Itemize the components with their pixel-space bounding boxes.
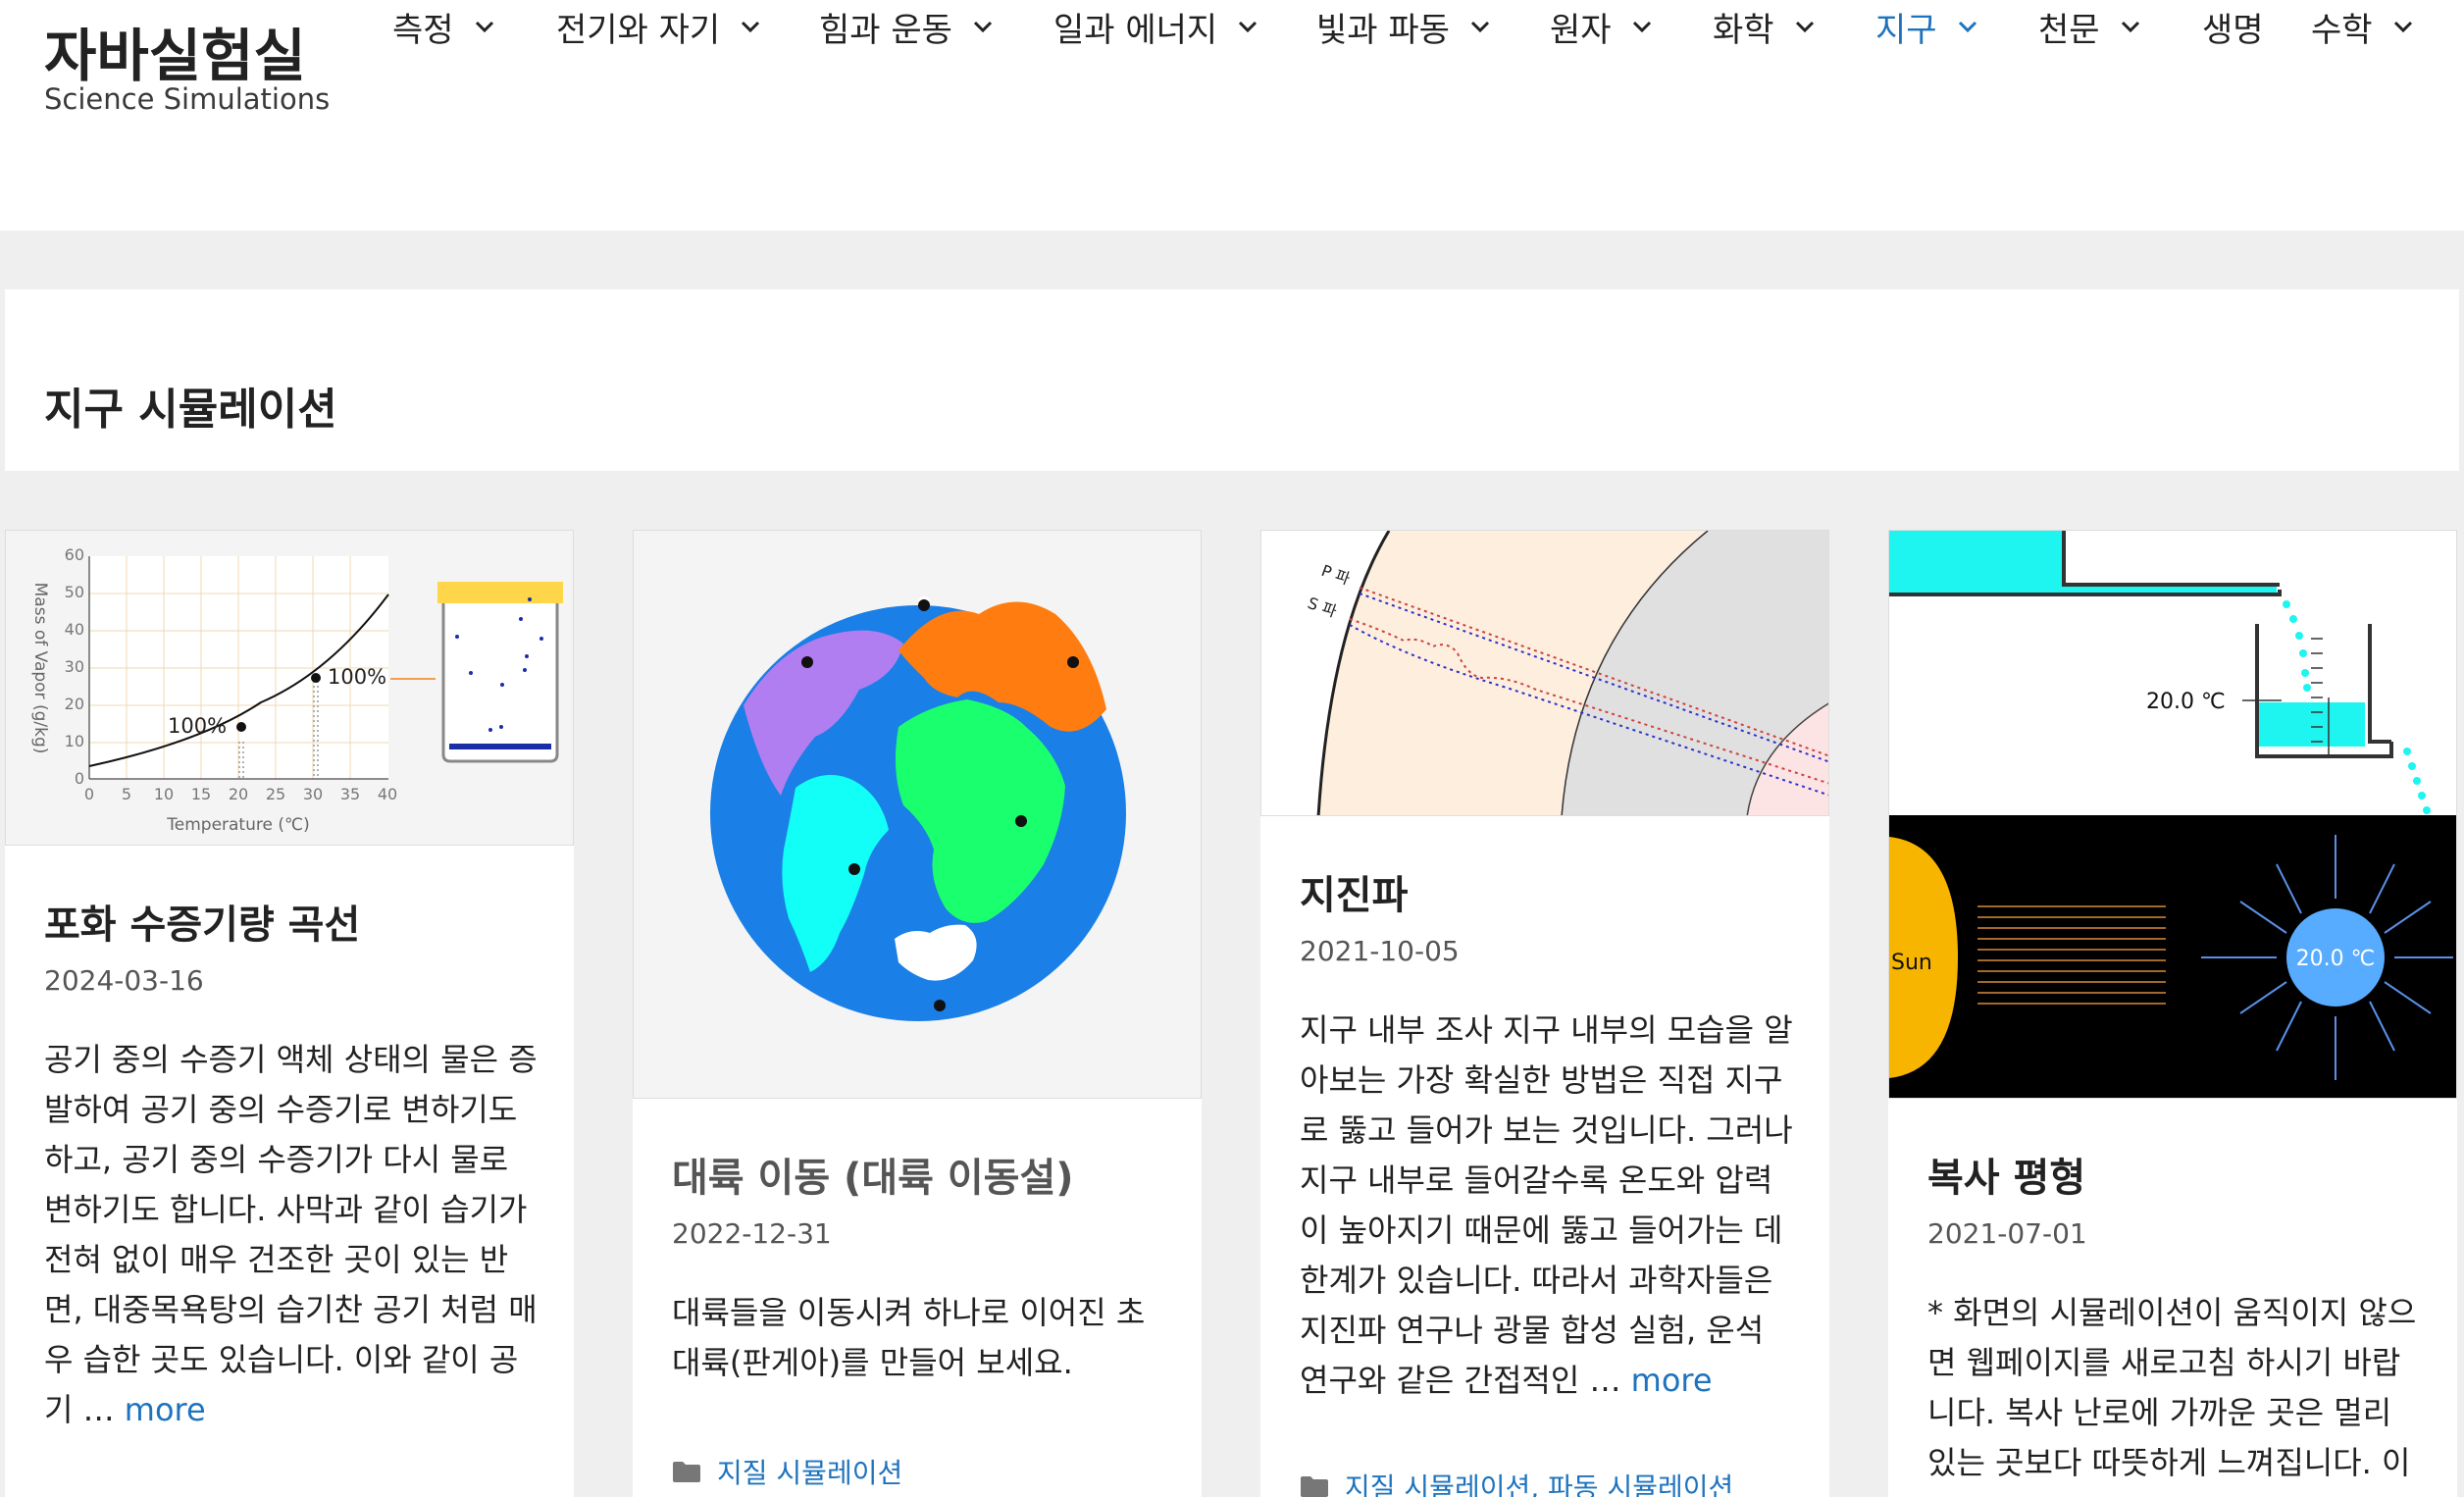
category-link[interactable]: 지질 시뮬레이션 — [717, 1452, 902, 1491]
post-date: 2024-03-16 — [44, 964, 204, 997]
svg-text:0: 0 — [84, 785, 94, 803]
nav-item-label: 수학 — [2311, 10, 2373, 50]
svg-text:20: 20 — [65, 695, 84, 713]
nav-item-label: 화학 — [1713, 10, 1774, 50]
radiative-equilibrium-diagram: 20.0 ℃ Sun 20.0 ℃ — [1889, 531, 2456, 1098]
svg-text:10: 10 — [154, 785, 174, 803]
post-excerpt: 공기 중의 수증기 액체 상태의 물은 증발하여 공기 중의 수증기로 변하기도… — [44, 1041, 538, 1428]
nav-item-measurement[interactable]: 측정 — [392, 0, 495, 53]
nav-item-label: 전기와 자기 — [556, 10, 721, 50]
svg-text:40: 40 — [378, 785, 397, 803]
post-card-seismic-waves: P 파 S 파 지진파 2021-10-05 지구 내부 조사 지구 내부의 모… — [1260, 530, 1829, 1497]
post-category[interactable]: 지질 시뮬레이션, 파동 시뮬레이션 — [1300, 1467, 1733, 1497]
svg-text:30: 30 — [65, 657, 84, 676]
read-more-link[interactable]: more — [1631, 1362, 1713, 1399]
nav-item-electricity-magnetism[interactable]: 전기와 자기 — [556, 0, 761, 53]
post-date: 2021-07-01 — [1927, 1217, 2087, 1250]
nav-item-label: 측정 — [392, 10, 454, 50]
nav-item-label: 힘과 운동 — [819, 10, 952, 50]
svg-text:15: 15 — [191, 785, 211, 803]
nav-item-label: 지구 — [1875, 10, 1937, 50]
post-thumbnail[interactable]: 100% 100% 0 10 20 30 40 50 60 0 5 10 15 … — [5, 530, 574, 846]
chevron-down-icon — [1795, 21, 1814, 33]
nav-item-label: 빛과 파동 — [1316, 10, 1450, 50]
marker-right-label: 100% — [328, 665, 386, 689]
post-thumbnail[interactable] — [633, 530, 1202, 1099]
nav-item-label: 천문 — [2038, 10, 2100, 50]
nav-item-work-energy[interactable]: 일과 에너지 — [1053, 0, 1258, 53]
chevron-down-icon — [1958, 21, 1976, 33]
seismic-diagram: P 파 S 파 — [1261, 531, 1828, 815]
nav-item-life[interactable]: 생명 — [2202, 0, 2264, 53]
svg-text:0: 0 — [75, 769, 84, 788]
post-thumbnail[interactable]: P 파 S 파 — [1260, 530, 1829, 816]
nav-item-astronomy[interactable]: 천문 — [2038, 0, 2141, 53]
nav-item-earth[interactable]: 지구 — [1875, 0, 1978, 53]
folder-icon — [1301, 1476, 1328, 1497]
category-link[interactable]: 지질 시뮬레이션, 파동 시뮬레이션 — [1345, 1467, 1733, 1497]
nav-item-label: 생명 — [2202, 10, 2264, 50]
chevron-down-icon — [2393, 21, 2412, 33]
site-description: Science Simulations — [44, 82, 331, 116]
post-excerpt: 대륙들을 이동시켜 하나로 이어진 초대륙(판게아)를 만들어 보세요. — [672, 1294, 1146, 1381]
svg-text:5: 5 — [122, 785, 131, 803]
sun-label: Sun — [1891, 951, 1932, 975]
chevron-down-icon — [475, 21, 493, 33]
svg-text:40: 40 — [65, 620, 84, 639]
svg-text:60: 60 — [65, 545, 84, 564]
top-temperature-label: 20.0 ℃ — [2146, 690, 2226, 714]
post-excerpt: * 화면의 시뮬레이션이 움직이지 않으면 웹페이지를 새로고침 하시기 바랍니… — [1927, 1294, 2417, 1481]
chevron-down-icon — [742, 21, 760, 33]
post-title[interactable]: 복사 평형 — [1927, 1146, 2085, 1203]
nav-item-force-motion[interactable]: 힘과 운동 — [819, 0, 994, 53]
chevron-down-icon — [1632, 21, 1651, 33]
chevron-down-icon — [2121, 21, 2139, 33]
post-date: 2022-12-31 — [672, 1217, 832, 1250]
site-title[interactable]: 자바실험실 — [44, 10, 306, 92]
y-axis-label: Mass of Vapor (g/kg) — [30, 583, 50, 754]
svg-text:10: 10 — [65, 732, 84, 750]
x-axis-label: Temperature (℃) — [166, 815, 309, 835]
post-thumbnail[interactable]: 20.0 ℃ Sun 20.0 ℃ — [1888, 530, 2457, 1099]
read-more-link[interactable]: more — [125, 1391, 206, 1428]
globe-illustration — [710, 596, 1126, 1021]
post-excerpt: 지구 내부 조사 지구 내부의 모습을 알아보는 가장 확실한 방법은 직접 지… — [1300, 1011, 1793, 1399]
svg-text:50: 50 — [65, 583, 84, 601]
chevron-down-icon — [1239, 21, 1258, 33]
marker-left-label: 100% — [168, 714, 227, 738]
nav-item-label: 원자 — [1550, 10, 1612, 50]
archive-title-box: 지구 시뮬레이션 — [5, 289, 2459, 471]
nav-item-math[interactable]: 수학 — [2311, 0, 2414, 53]
jar — [437, 582, 563, 763]
post-category[interactable]: 지질 시뮬레이션 — [672, 1452, 902, 1491]
post-date: 2021-10-05 — [1300, 935, 1460, 967]
svg-text:35: 35 — [340, 785, 360, 803]
post-title[interactable]: 대륙 이동 (대륙 이동설) — [672, 1146, 1074, 1203]
post-card-saturation-vapor: 100% 100% 0 10 20 30 40 50 60 0 5 10 15 … — [5, 530, 574, 1497]
post-card-radiative-equilibrium: 20.0 ℃ Sun 20.0 ℃ 복사 평형 2021-07-01 * 화면의… — [1888, 530, 2457, 1497]
nav-item-light-waves[interactable]: 빛과 파동 — [1316, 0, 1491, 53]
svg-text:25: 25 — [266, 785, 285, 803]
svg-text:30: 30 — [303, 785, 323, 803]
page-title: 지구 시뮬레이션 — [44, 385, 337, 435]
folder-icon — [673, 1462, 700, 1482]
post-title[interactable]: 지진파 — [1300, 863, 1408, 920]
post-card-continental-drift: 대륙 이동 (대륙 이동설) 2022-12-31 대륙들을 이동시켜 하나로 … — [633, 530, 1202, 1497]
nav-item-atom[interactable]: 원자 — [1550, 0, 1653, 53]
site-header: 자바실험실 Science Simulations 측정 전기와 자기 힘과 운… — [0, 0, 2464, 231]
vapor-curve-graph: 100% 100% 0 10 20 30 40 50 60 0 5 10 15 … — [30, 545, 563, 835]
svg-text:20: 20 — [229, 785, 248, 803]
bottom-temperature-label: 20.0 ℃ — [2296, 947, 2376, 971]
post-title[interactable]: 포화 수증기량 곡선 — [44, 893, 360, 950]
nav-item-chemistry[interactable]: 화학 — [1713, 0, 1816, 53]
chevron-down-icon — [973, 21, 992, 33]
nav-item-label: 일과 에너지 — [1053, 10, 1218, 50]
chevron-down-icon — [1470, 21, 1489, 33]
